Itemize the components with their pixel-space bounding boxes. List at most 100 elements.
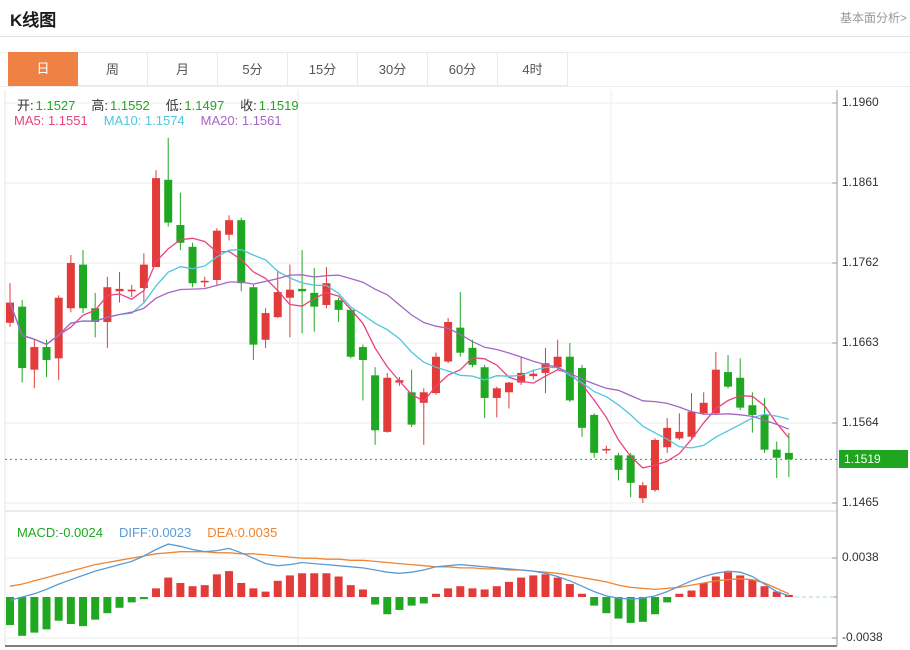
macd-bar <box>225 571 233 597</box>
macd-bar <box>590 597 598 606</box>
ohlc-info-open-value: 1.1527 <box>36 98 76 113</box>
candle <box>347 310 355 357</box>
candle <box>128 290 136 292</box>
candle <box>30 347 38 370</box>
ohlc-info-open-label: 开: <box>17 98 34 113</box>
price-axis-label: 1.1564 <box>842 415 879 429</box>
diff-line <box>10 544 789 600</box>
macd-bar <box>688 591 696 597</box>
macd-bar <box>347 585 355 597</box>
candle <box>639 485 647 498</box>
macd-info-macd: MACD:-0.0024 <box>17 525 103 540</box>
ma-info-ma10: MA10: 1.1574 <box>104 113 185 128</box>
candle <box>55 298 63 359</box>
ohlc-info-low-label: 低: <box>166 98 183 113</box>
macd-info-dea: DEA:0.0035 <box>207 525 277 540</box>
ma20-line <box>10 275 789 429</box>
macd-bar <box>286 575 294 597</box>
macd-bar <box>456 586 464 597</box>
candle <box>529 374 537 376</box>
kline-chart-canvas[interactable] <box>0 90 910 650</box>
candle <box>736 378 744 408</box>
candle <box>468 348 476 365</box>
macd-bar <box>91 597 99 620</box>
candle <box>785 453 793 459</box>
candle <box>700 403 708 414</box>
candle <box>298 289 306 291</box>
macd-bar <box>675 594 683 597</box>
candle <box>590 415 598 453</box>
macd-bar <box>164 578 172 597</box>
macd-bar <box>408 597 416 606</box>
macd-bar <box>128 597 136 602</box>
macd-bar <box>761 586 769 597</box>
tab-week[interactable]: 周 <box>78 52 148 86</box>
candle <box>505 383 513 393</box>
macd-histogram-group <box>6 571 793 636</box>
macd-bar <box>103 597 111 613</box>
candle <box>773 450 781 458</box>
macd-bar <box>67 597 75 624</box>
macd-bar <box>213 574 221 597</box>
candle <box>566 357 574 401</box>
macd-bar <box>578 594 586 597</box>
price-axis-label: 1.1762 <box>842 255 879 269</box>
candles-group <box>6 138 793 503</box>
macd-bar <box>6 597 14 625</box>
fundamental-analysis-link[interactable]: 基本面分析> <box>840 9 907 26</box>
macd-bar <box>712 577 720 598</box>
tab-15min[interactable]: 15分 <box>288 52 358 86</box>
macd-bar <box>79 597 87 626</box>
ohlc-info-bar: 开:1.1527高:1.1552低:1.1497收:1.1519 <box>17 95 315 114</box>
candle <box>18 307 26 368</box>
macd-bar <box>55 597 63 621</box>
tab-month[interactable]: 月 <box>148 52 218 86</box>
ma-info-ma20: MA20: 1.1561 <box>201 113 282 128</box>
macd-bar <box>371 597 379 605</box>
period-tabbar: 日周月5分15分30分60分4时 <box>8 52 568 86</box>
macd-bar <box>18 597 26 636</box>
candle <box>432 357 440 393</box>
candle <box>748 405 756 415</box>
candle <box>335 300 343 310</box>
candle <box>675 432 683 438</box>
macd-bar <box>529 575 537 597</box>
macd-bar <box>310 573 318 597</box>
ohlc-info-high-label: 高: <box>91 98 108 113</box>
candle <box>164 180 172 223</box>
price-axis-label: 1.1465 <box>842 495 879 509</box>
macd-bar <box>322 573 330 597</box>
candle <box>116 289 124 291</box>
macd-bar <box>493 586 501 597</box>
macd-info-bar: MACD:-0.0024DIFF:0.0023DEA:0.0035 <box>17 525 293 540</box>
macd-axis-label: -0.0038 <box>842 630 883 644</box>
candle <box>249 287 257 344</box>
macd-bar <box>663 597 671 602</box>
tab-4hour[interactable]: 4时 <box>498 52 568 86</box>
ohlc-info-close-label: 收: <box>240 98 257 113</box>
ohlc-info-close-value: 1.1519 <box>259 98 299 113</box>
candle <box>724 372 732 387</box>
macd-bar <box>383 597 391 614</box>
macd-bar <box>566 584 574 597</box>
candle <box>615 455 623 470</box>
candle <box>456 328 464 353</box>
ma-info-ma5: MA5: 1.1551 <box>14 113 88 128</box>
macd-bar <box>249 588 257 597</box>
price-axis-label: 1.1960 <box>842 95 879 109</box>
ma-info-bar: MA5: 1.1551 MA10: 1.1574 MA20: 1.1561 <box>14 113 298 128</box>
tab-60min[interactable]: 60分 <box>428 52 498 86</box>
macd-bar <box>639 597 647 622</box>
candle <box>79 265 87 309</box>
macd-bar <box>274 581 282 597</box>
tab-5min[interactable]: 5分 <box>218 52 288 86</box>
macd-bar <box>554 578 562 597</box>
candle <box>152 178 160 267</box>
macd-bar <box>395 597 403 610</box>
candle <box>43 347 51 360</box>
price-axis-label: 1.1663 <box>842 335 879 349</box>
macd-bar <box>140 597 148 599</box>
ohlc-info-high-value: 1.1552 <box>110 98 150 113</box>
tab-30min[interactable]: 30分 <box>358 52 428 86</box>
tab-day[interactable]: 日 <box>8 52 78 86</box>
